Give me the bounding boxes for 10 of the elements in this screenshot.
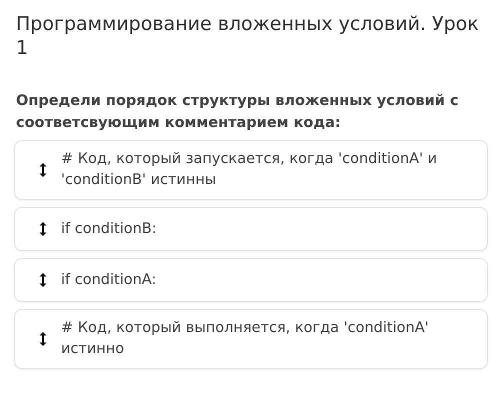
question-text: Определи порядок структуры вложенных условий с соответсвующим комментарием кода: <box>16 92 460 133</box>
vertical-arrows-icon <box>39 221 47 237</box>
draggable-answer-card[interactable]: # Код, который запускается, когда 'conditionA' и 'conditionB' истинны <box>14 140 488 200</box>
draggable-answer-card[interactable]: # Код, который выполняется, когда 'conditionA' истинно <box>14 309 488 369</box>
draggable-answer-card[interactable]: if conditionB: <box>14 207 488 251</box>
vertical-arrows-icon <box>39 272 47 288</box>
draggable-answer-card[interactable]: if conditionA: <box>14 258 488 302</box>
vertical-arrows-icon <box>39 162 47 178</box>
vertical-arrows-icon <box>39 331 47 347</box>
lesson-title: Программирование вложенных условий. Урок 1 <box>16 12 480 60</box>
